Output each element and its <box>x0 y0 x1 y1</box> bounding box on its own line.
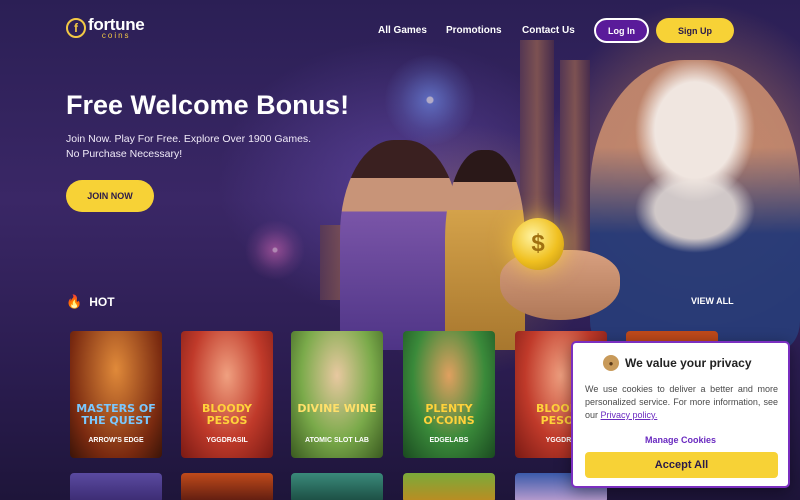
login-button[interactable]: Log In <box>594 18 649 43</box>
nav-all-games[interactable]: All Games <box>378 25 427 36</box>
site-header: f fortune coins All Games Promotions Con… <box>0 0 800 60</box>
view-all-link[interactable]: VIEW ALL <box>691 296 734 306</box>
coin-icon: $ <box>512 218 564 270</box>
manage-cookies-button[interactable]: Manage Cookies <box>573 435 788 445</box>
game-card[interactable]: PLENTY O'COINS EDGELABS <box>403 331 495 458</box>
hero-title: Free Welcome Bonus! <box>66 90 350 120</box>
cookie-header: ● We value your privacy <box>603 355 752 371</box>
game-title: PLENTY O'COINS <box>423 402 475 427</box>
flame-icon: 🔥 <box>66 294 83 309</box>
cookie-consent-dialog: ● We value your privacy We use cookies t… <box>571 341 790 488</box>
game-card[interactable]: MASTERS OF THE QUEST ARROW'S EDGE <box>70 331 162 458</box>
accept-all-button[interactable]: Accept All <box>585 452 778 478</box>
game-provider: EDGELABS <box>429 437 469 444</box>
game-title: BLOODY PESOS <box>202 402 252 427</box>
firework-decoration <box>385 55 475 145</box>
game-card[interactable]: DIVINE WINE ATOMIC SLOT LAB <box>291 331 383 458</box>
cookie-icon: ● <box>603 355 619 371</box>
game-card[interactable] <box>70 473 162 500</box>
cookie-message: We use cookies to deliver a better and m… <box>585 383 778 422</box>
site-logo[interactable]: f fortune coins <box>66 16 145 40</box>
privacy-policy-link[interactable]: Privacy policy. <box>601 410 658 420</box>
hero-subtitle-line: No Purchase Necessary! <box>66 148 183 160</box>
join-now-button[interactable]: JOIN NOW <box>66 180 154 212</box>
zeus-figure <box>590 60 800 350</box>
game-provider: YGGDRASIL <box>206 437 248 444</box>
nav-promotions[interactable]: Promotions <box>446 25 502 36</box>
game-provider: ATOMIC SLOT LAB <box>305 437 369 444</box>
hero-subtitle: Join Now. Play For Free. Explore Over 19… <box>66 132 356 162</box>
game-card[interactable] <box>291 473 383 500</box>
game-title: DIVINE WINE <box>297 402 377 415</box>
hot-label: HOT <box>89 295 115 309</box>
signup-button[interactable]: Sign Up <box>656 18 734 43</box>
game-card[interactable] <box>181 473 273 500</box>
game-card[interactable] <box>403 473 495 500</box>
game-title: MASTERS OF THE QUEST <box>76 402 156 427</box>
game-card[interactable]: BLOODY PESOS YGGDRASIL <box>181 331 273 458</box>
goddess-figure <box>340 140 460 350</box>
firework-decoration <box>245 220 305 280</box>
nav-contact-us[interactable]: Contact Us <box>522 25 575 36</box>
hot-section-heading: 🔥 HOT <box>66 294 115 310</box>
cookie-title: We value your privacy <box>625 356 752 370</box>
logo-coin-icon: f <box>66 18 86 38</box>
game-provider: ARROW'S EDGE <box>88 437 144 444</box>
hero-subtitle-line: Join Now. Play For Free. Explore Over 19… <box>66 133 312 145</box>
